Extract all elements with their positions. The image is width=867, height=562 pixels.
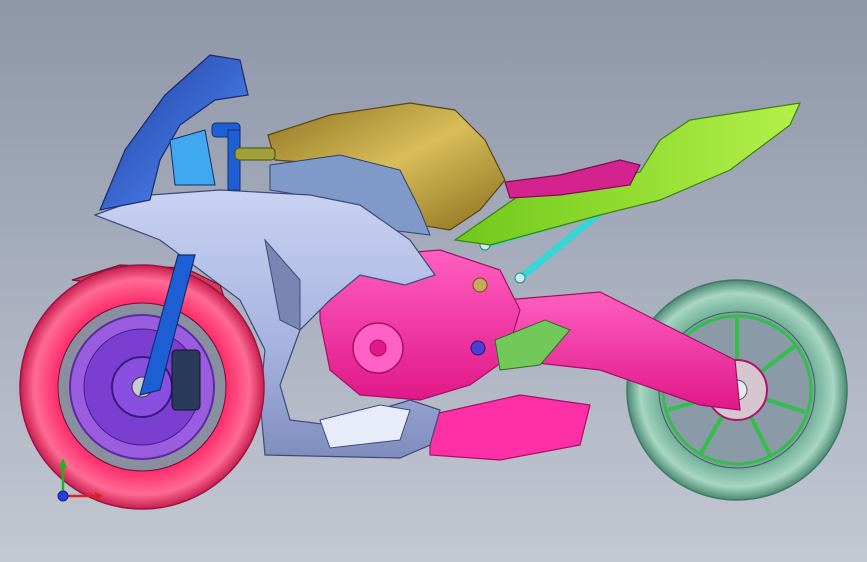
frame-pivot: [472, 277, 488, 293]
swingarm-pivot: [470, 340, 486, 356]
cad-viewport[interactable]: [0, 0, 867, 562]
exhaust[interactable]: [429, 394, 591, 461]
subframe-bolt-lower: [514, 272, 526, 284]
z-axis: [57, 490, 69, 502]
handlebar[interactable]: [211, 122, 276, 191]
engine-cover-bolt: [369, 339, 387, 357]
brake-caliper: [171, 349, 201, 411]
nose-intake: [169, 129, 216, 186]
motorcycle-3d-model[interactable]: [0, 0, 867, 562]
